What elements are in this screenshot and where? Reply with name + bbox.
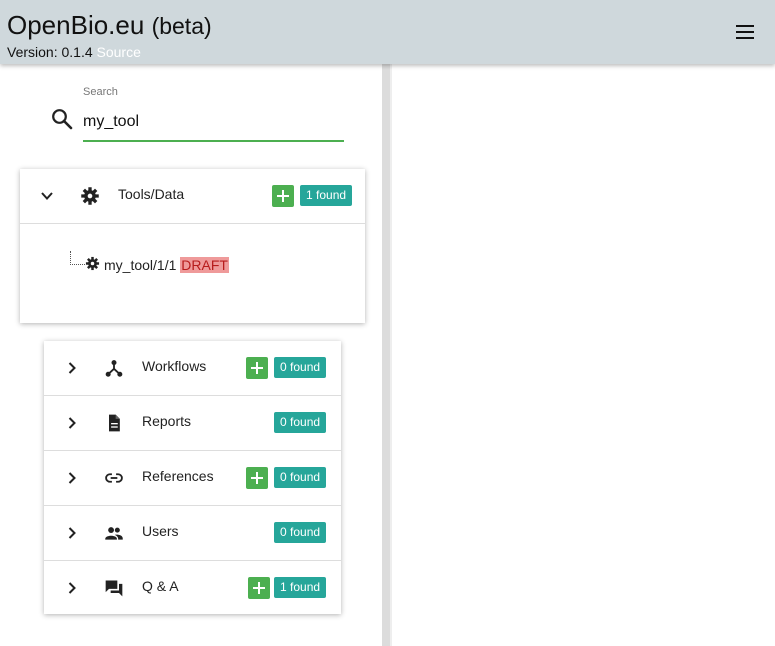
tools-data-header[interactable]: Tools/Data 1 found [20, 169, 365, 224]
tools-found-badge: 1 found [300, 185, 353, 206]
chevron-right-icon[interactable] [64, 360, 80, 376]
section-workflows[interactable]: Workflows 0 found [44, 341, 341, 396]
add-reference-button[interactable] [246, 467, 268, 489]
found-badge: 0 found [274, 522, 327, 543]
source-link[interactable]: Source [97, 44, 141, 60]
add-tool-button[interactable] [272, 185, 294, 207]
section-users[interactable]: Users 0 found [44, 506, 341, 561]
chevron-right-icon[interactable] [64, 525, 80, 541]
gear-icon [85, 256, 100, 271]
draft-badge: DRAFT [180, 257, 229, 273]
forum-icon [105, 580, 123, 597]
tool-tree-item[interactable]: my_tool/1/1 DRAFT [104, 257, 229, 273]
tools-data-panel: Tools/Data 1 found my_tool/1/1 DRAFT [20, 169, 365, 323]
chevron-down-icon[interactable] [39, 188, 55, 204]
version-info: Version: 0.1.4 Source [7, 44, 141, 60]
search-sections-panel: Workflows 0 found Reports 0 found Refere… [44, 341, 341, 614]
section-reports[interactable]: Reports 0 found [44, 396, 341, 451]
workflow-icon [105, 360, 123, 377]
brand-name: OpenBio.eu [7, 10, 145, 40]
panel-resize-divider[interactable] [382, 64, 392, 646]
users-icon [105, 527, 123, 540]
section-label: References [142, 468, 214, 484]
found-badge: 1 found [274, 577, 327, 598]
tool-item-label: my_tool/1/1 [104, 257, 177, 273]
chevron-right-icon[interactable] [64, 470, 80, 486]
found-badge: 0 found [274, 357, 327, 378]
section-label: Users [142, 523, 179, 539]
chevron-right-icon[interactable] [64, 415, 80, 431]
tools-data-label: Tools/Data [118, 186, 185, 202]
found-badge: 0 found [274, 412, 327, 433]
search-label: Search [83, 86, 118, 98]
app-title[interactable]: OpenBio.eu (beta) [7, 10, 212, 41]
add-qa-button[interactable] [248, 577, 270, 599]
gear-icon [81, 187, 99, 205]
section-label: Reports [142, 413, 192, 429]
search-icon [52, 109, 73, 130]
add-workflow-button[interactable] [246, 357, 268, 379]
section-qa[interactable]: Q & A 1 found [44, 561, 341, 615]
chevron-right-icon[interactable] [64, 580, 80, 596]
top-app-bar: OpenBio.eu (beta) Version: 0.1.4 Source [0, 0, 775, 64]
hamburger-menu-icon[interactable] [733, 22, 757, 42]
link-icon [105, 473, 123, 483]
beta-label: (beta) [151, 13, 212, 39]
version-label: Version: 0.1.4 [7, 44, 93, 60]
tree-connector [70, 251, 85, 265]
search-input[interactable] [83, 104, 344, 142]
report-icon [109, 414, 120, 432]
section-references[interactable]: References 0 found [44, 451, 341, 506]
section-label: Workflows [142, 358, 207, 374]
found-badge: 0 found [274, 467, 327, 488]
section-label: Q & A [142, 578, 179, 594]
